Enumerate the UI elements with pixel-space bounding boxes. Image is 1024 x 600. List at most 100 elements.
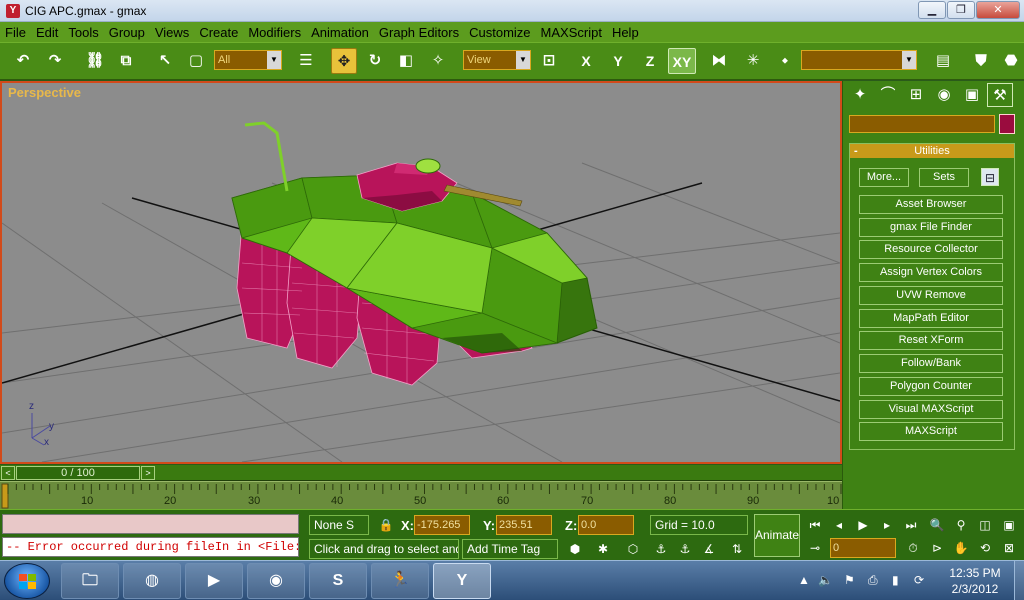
zoom-all-icon[interactable]: ⚲ <box>952 516 970 534</box>
select-and-move-icon[interactable]: ✥ <box>331 48 357 74</box>
create-tab-icon[interactable]: ✦ <box>847 83 873 107</box>
select-and-scale-icon[interactable]: ◧ <box>393 48 419 74</box>
menu-edit[interactable]: Edit <box>31 25 63 40</box>
snap-2d-icon[interactable]: ⚓ <box>652 540 670 558</box>
close-button[interactable]: ✕ <box>976 1 1020 19</box>
snap-toggle-icon[interactable]: ⬩ <box>772 48 798 74</box>
crossing-selection-icon[interactable]: ⬡ <box>624 540 642 558</box>
motion-tab-icon[interactable]: ◉ <box>931 83 957 107</box>
show-desktop-button[interactable] <box>1014 561 1024 600</box>
y-coordinate-field[interactable]: 235.51 <box>496 515 552 535</box>
time-slider-thumb[interactable]: 0 / 100 <box>16 466 140 480</box>
chrome-icon[interactable]: ◉ <box>247 563 305 599</box>
selection-lock-icon[interactable]: 🔒 <box>377 516 395 534</box>
snap-3d-icon[interactable]: ⚓ <box>676 540 694 558</box>
object-color-swatch[interactable] <box>999 114 1015 134</box>
z-coordinate-field[interactable]: 0.0 <box>578 515 634 535</box>
time-slider[interactable]: < 0 / 100 > <box>0 465 842 481</box>
menu-customize[interactable]: Customize <box>464 25 535 40</box>
maxscript-listener-input[interactable] <box>2 514 299 534</box>
perspective-viewport[interactable]: Perspective z y x <box>0 81 842 464</box>
animate-button[interactable]: Animate <box>754 514 800 557</box>
more-button[interactable]: More... <box>859 168 909 187</box>
modify-tab-icon[interactable]: ⌒ <box>875 83 901 107</box>
restrict-xy-button[interactable]: XY <box>668 48 696 74</box>
system-clock[interactable]: 12:35 PM 2/3/2012 <box>936 565 1014 597</box>
configure-button-sets-icon[interactable]: ⊟ <box>981 168 999 186</box>
named-selection-sets-dropdown[interactable]: ▼ <box>801 50 917 70</box>
start-button[interactable] <box>4 563 50 599</box>
media-player-icon[interactable]: ▶ <box>185 563 243 599</box>
align-icon[interactable]: ✳ <box>740 48 766 74</box>
utilities-tab-icon[interactable]: ⚒ <box>987 83 1013 107</box>
hierarchy-tab-icon[interactable]: ⊞ <box>903 83 929 107</box>
mirror-icon[interactable]: ⧓ <box>706 48 732 74</box>
utility-uvw-remove[interactable]: UVW Remove <box>859 286 1003 305</box>
file-explorer-icon[interactable]: 🗀 <box>61 563 119 599</box>
adaptive-degradation-icon[interactable]: ✱ <box>594 540 612 558</box>
zoom-extents-icon[interactable]: ◫ <box>976 516 994 534</box>
sets-button[interactable]: Sets <box>919 168 969 187</box>
update-icon[interactable]: ⟳ <box>914 573 924 587</box>
time-configuration-icon[interactable]: ⏱ <box>904 539 922 557</box>
aim-messenger-icon[interactable]: 🏃 <box>371 563 429 599</box>
menu-group[interactable]: Group <box>104 25 150 40</box>
select-and-link-icon[interactable]: ⛓ <box>82 48 108 74</box>
volume-icon[interactable]: 🔈 <box>818 573 833 587</box>
network-icon[interactable]: ▮ <box>892 573 899 587</box>
arc-rotate-icon[interactable]: ⟲ <box>976 539 994 557</box>
zoom-extents-all-icon[interactable]: ▣ <box>1000 516 1018 534</box>
menu-views[interactable]: Views <box>150 25 194 40</box>
utility-resource-collector[interactable]: Resource Collector <box>859 240 1003 259</box>
restrict-z-button[interactable]: Z <box>637 48 663 74</box>
utility-mappath-editor[interactable]: MapPath Editor <box>859 309 1003 328</box>
utility-maxscript[interactable]: MAXScript <box>859 422 1003 441</box>
play-icon[interactable]: ▶ <box>854 516 872 534</box>
select-region-icon[interactable]: ▢ <box>183 48 209 74</box>
maximize-button[interactable]: ❐ <box>947 1 975 19</box>
next-frame-icon[interactable]: ▸ <box>878 516 896 534</box>
render-icon[interactable]: ⬣ <box>998 48 1024 74</box>
utility-reset-xform[interactable]: Reset XForm <box>859 331 1003 350</box>
gmax-taskbar-icon[interactable]: Y <box>433 563 491 599</box>
reference-coordinate-dropdown[interactable]: View ▼ <box>463 50 531 70</box>
go-to-start-icon[interactable]: ⏮ <box>806 516 824 534</box>
track-bar[interactable]: 10 20 30 40 50 60 70 80 90 10 <box>0 481 842 509</box>
menu-modifiers[interactable]: Modifiers <box>243 25 306 40</box>
menu-graph-editors[interactable]: Graph Editors <box>374 25 464 40</box>
unlink-selection-icon[interactable]: ⧉ <box>113 48 139 74</box>
degradation-override-icon[interactable]: ⬢ <box>566 540 584 558</box>
time-slider-next-button[interactable]: > <box>141 466 155 480</box>
utility-visual-maxscript[interactable]: Visual MAXScript <box>859 400 1003 419</box>
zoom-icon[interactable]: 🔍 <box>928 516 946 534</box>
menu-animation[interactable]: Animation <box>306 25 374 40</box>
material-editor-icon[interactable]: ⛊ <box>968 48 994 74</box>
menu-tools[interactable]: Tools <box>63 25 103 40</box>
undo-icon[interactable]: ↶ <box>10 48 36 74</box>
select-object-icon[interactable]: ↖ <box>152 48 178 74</box>
select-by-name-icon[interactable]: ☰ <box>293 48 319 74</box>
viewport-label[interactable]: Perspective <box>8 85 81 100</box>
angle-snap-icon[interactable]: ∡ <box>700 540 718 558</box>
device-icon[interactable]: ⎙ <box>868 573 878 588</box>
action-center-icon[interactable]: ⚑ <box>844 573 855 587</box>
key-mode-toggle-icon[interactable]: ⊸ <box>806 539 824 557</box>
utilities-rollout-header[interactable]: - Utilities <box>850 144 1014 158</box>
pan-icon[interactable]: ✋ <box>952 539 970 557</box>
utility-follow-bank[interactable]: Follow/Bank <box>859 354 1003 373</box>
menu-maxscript[interactable]: MAXScript <box>536 25 607 40</box>
select-and-manipulate-icon[interactable]: ✧ <box>425 48 451 74</box>
spinner-snap-icon[interactable]: ⇅ <box>728 540 746 558</box>
display-tab-icon[interactable]: ▣ <box>959 83 985 107</box>
utility-assign-vertex-colors[interactable]: Assign Vertex Colors <box>859 263 1003 282</box>
go-to-end-icon[interactable]: ⏭ <box>902 516 920 534</box>
pivot-center-icon[interactable]: ⊡ <box>536 48 562 74</box>
internet-explorer-icon[interactable]: ◍ <box>123 563 181 599</box>
utility-asset-browser[interactable]: Asset Browser <box>859 195 1003 214</box>
skype-icon[interactable]: S <box>309 563 367 599</box>
show-hidden-icons-icon[interactable]: ▲ <box>798 573 810 587</box>
x-coordinate-field[interactable]: -175.265 <box>414 515 470 535</box>
selection-filter-dropdown[interactable]: All ▼ <box>214 50 282 70</box>
restrict-y-button[interactable]: Y <box>605 48 631 74</box>
previous-frame-icon[interactable]: ◂ <box>830 516 848 534</box>
